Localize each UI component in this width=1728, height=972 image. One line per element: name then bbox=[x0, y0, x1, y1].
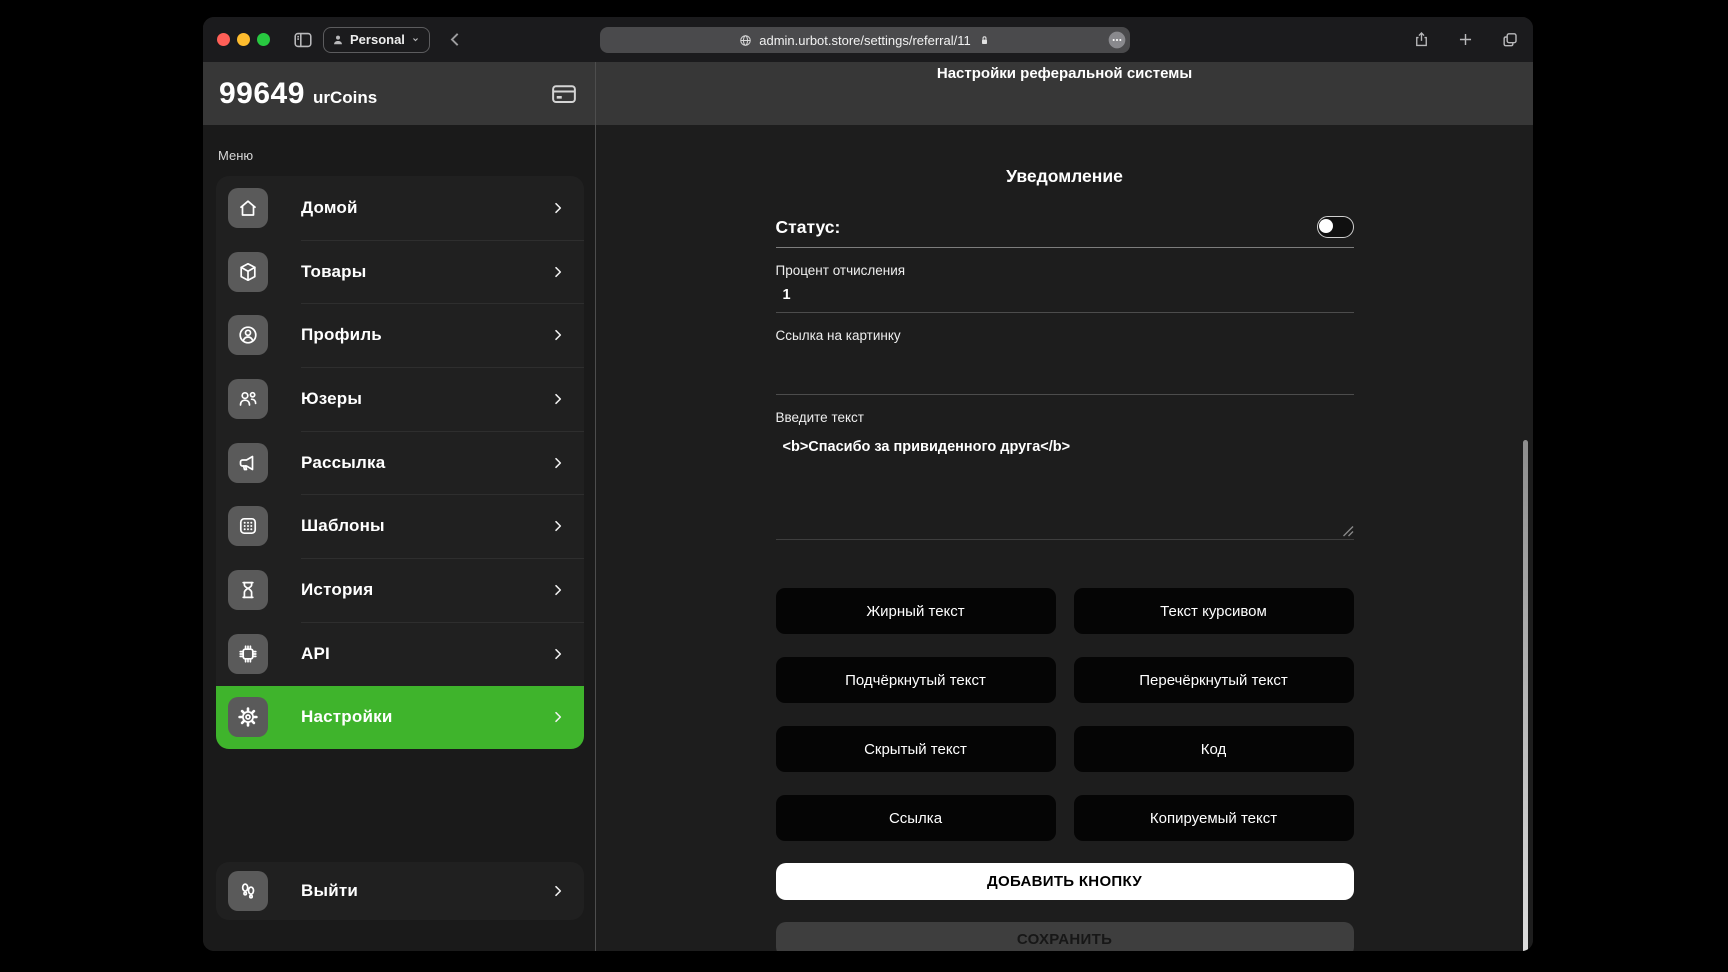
format-buttons-grid: Жирный текст Текст курсивом Подчёркнутый т… bbox=[776, 588, 1354, 841]
notification-section-title: Уведомление bbox=[776, 166, 1354, 187]
sidebar-item-label: Настройки bbox=[301, 707, 393, 727]
share-icon[interactable] bbox=[1412, 30, 1431, 49]
chevron-right-icon bbox=[550, 709, 566, 725]
chevron-right-icon bbox=[550, 327, 566, 343]
status-row: Статус: bbox=[776, 216, 1354, 248]
sidebar-item-products[interactable]: Товары bbox=[216, 240, 584, 304]
sidebar-item-label: Домой bbox=[301, 198, 358, 218]
sidebar-item-users[interactable]: Юзеры bbox=[216, 367, 584, 431]
home-icon bbox=[228, 188, 268, 228]
format-strike-button[interactable]: Перечёркнутый текст bbox=[1074, 657, 1354, 703]
image-link-label: Ссылка на картинку bbox=[776, 328, 1354, 343]
sidebar-item-profile[interactable]: Профиль bbox=[216, 303, 584, 367]
main-content: Настройки реферальной системы Уведомлени… bbox=[596, 62, 1533, 951]
page-options-button[interactable] bbox=[1107, 30, 1127, 50]
sidebar-item-label: Юзеры bbox=[301, 389, 362, 409]
chevron-right-icon bbox=[550, 646, 566, 662]
status-label: Статус: bbox=[776, 217, 841, 238]
traffic-lights bbox=[217, 33, 270, 46]
toolbar-right-actions bbox=[1412, 17, 1520, 62]
toggle-knob bbox=[1319, 219, 1333, 233]
footprints-icon bbox=[228, 871, 268, 911]
referral-form: Уведомление Статус: Процент отчисления С… bbox=[776, 166, 1354, 951]
message-text-input[interactable]: <b>Спасибо за привиденного друга</b> bbox=[776, 428, 1354, 540]
format-italic-button[interactable]: Текст курсивом bbox=[1074, 588, 1354, 634]
lock-icon bbox=[977, 33, 992, 48]
url-text: admin.urbot.store/settings/referral/11 bbox=[759, 33, 970, 48]
page-title: Настройки реферальной системы bbox=[596, 62, 1533, 125]
sidebar-item-label: Выйти bbox=[301, 881, 358, 901]
wallet-card-icon bbox=[549, 79, 579, 109]
chevron-right-icon bbox=[550, 264, 566, 280]
text-label: Введите текст bbox=[776, 410, 1354, 425]
person-icon bbox=[331, 33, 345, 47]
save-button[interactable]: СОХРАНИТЬ bbox=[776, 922, 1354, 951]
chevron-right-icon bbox=[550, 391, 566, 407]
chevron-right-icon bbox=[550, 883, 566, 899]
profile-label: Personal bbox=[350, 32, 405, 47]
percent-label: Процент отчисления bbox=[776, 263, 1354, 278]
sidebar-item-settings[interactable]: Настройки bbox=[216, 686, 584, 750]
profile-icon bbox=[228, 315, 268, 355]
chevron-right-icon bbox=[550, 582, 566, 598]
sidebar-item-mailing[interactable]: Рассылка bbox=[216, 431, 584, 495]
browser-toolbar: Personal admin.urbot.store/settings/refe… bbox=[203, 17, 1533, 62]
sidebar-item-label: Товары bbox=[301, 262, 366, 282]
format-code-button[interactable]: Код bbox=[1074, 726, 1354, 772]
sidebar-menu: Домой Товары Профиль Юзеры Рассылка Шаблоны Ис… bbox=[216, 176, 584, 749]
percent-input[interactable] bbox=[776, 278, 1354, 313]
add-button-button[interactable]: ДОБАВИТЬ КНОПКУ bbox=[776, 863, 1354, 900]
scrollbar-thumb[interactable] bbox=[1523, 440, 1528, 951]
format-copy-button[interactable]: Копируемый текст bbox=[1074, 795, 1354, 841]
new-tab-icon[interactable] bbox=[1456, 30, 1475, 49]
cube-icon bbox=[228, 252, 268, 292]
app-body: 99649 urCoins Меню Домой Товары Профиль Юзе… bbox=[203, 62, 1533, 951]
sidebar-item-label: История bbox=[301, 580, 373, 600]
users-icon bbox=[228, 379, 268, 419]
chevron-right-icon bbox=[550, 200, 566, 216]
sidebar-item-api[interactable]: API bbox=[216, 622, 584, 686]
sidebar-item-logout[interactable]: Выйти bbox=[216, 862, 584, 920]
address-bar[interactable]: admin.urbot.store/settings/referral/11 bbox=[600, 27, 1130, 53]
gear-icon bbox=[228, 697, 268, 737]
sidebar-toggle-icon[interactable] bbox=[292, 29, 314, 51]
format-bold-button[interactable]: Жирный текст bbox=[776, 588, 1056, 634]
sidebar-item-history[interactable]: История bbox=[216, 558, 584, 622]
chevron-right-icon bbox=[550, 518, 566, 534]
sidebar-logout: Выйти bbox=[216, 862, 584, 920]
sidebar-item-label: Профиль bbox=[301, 325, 382, 345]
minimize-window-button[interactable] bbox=[237, 33, 250, 46]
grid-icon bbox=[228, 506, 268, 546]
coins-unit-label: urCoins bbox=[313, 88, 377, 108]
menu-section-label: Меню bbox=[218, 148, 595, 163]
globe-icon bbox=[738, 33, 753, 48]
textarea-wrapper: <b>Спасибо за привиденного друга</b> bbox=[776, 428, 1354, 540]
browser-window: Personal admin.urbot.store/settings/refe… bbox=[203, 17, 1533, 951]
balance-panel: 99649 urCoins bbox=[203, 62, 595, 125]
megaphone-icon bbox=[228, 443, 268, 483]
status-toggle[interactable] bbox=[1317, 216, 1354, 238]
chip-icon bbox=[228, 634, 268, 674]
sidebar-item-home[interactable]: Домой bbox=[216, 176, 584, 240]
chevron-right-icon bbox=[550, 455, 566, 471]
hourglass-icon bbox=[228, 570, 268, 610]
sidebar-item-label: API bbox=[301, 644, 330, 664]
sidebar-item-label: Рассылка bbox=[301, 453, 385, 473]
close-window-button[interactable] bbox=[217, 33, 230, 46]
zoom-window-button[interactable] bbox=[257, 33, 270, 46]
tab-overview-icon[interactable] bbox=[1500, 30, 1520, 50]
format-spoiler-button[interactable]: Скрытый текст bbox=[776, 726, 1056, 772]
format-link-button[interactable]: Ссылка bbox=[776, 795, 1056, 841]
image-link-input[interactable] bbox=[776, 343, 1354, 395]
sidebar-item-label: Шаблоны bbox=[301, 516, 385, 536]
textarea-resize-handle[interactable] bbox=[1342, 525, 1354, 537]
sidebar: 99649 urCoins Меню Домой Товары Профиль Юзе… bbox=[203, 62, 596, 951]
chevron-down-icon bbox=[410, 34, 421, 45]
coins-balance: 99649 bbox=[219, 77, 305, 111]
sidebar-item-templates[interactable]: Шаблоны bbox=[216, 494, 584, 558]
format-underline-button[interactable]: Подчёркнутый текст bbox=[776, 657, 1056, 703]
profile-menu-button[interactable]: Personal bbox=[323, 27, 430, 53]
back-button[interactable] bbox=[445, 29, 466, 50]
